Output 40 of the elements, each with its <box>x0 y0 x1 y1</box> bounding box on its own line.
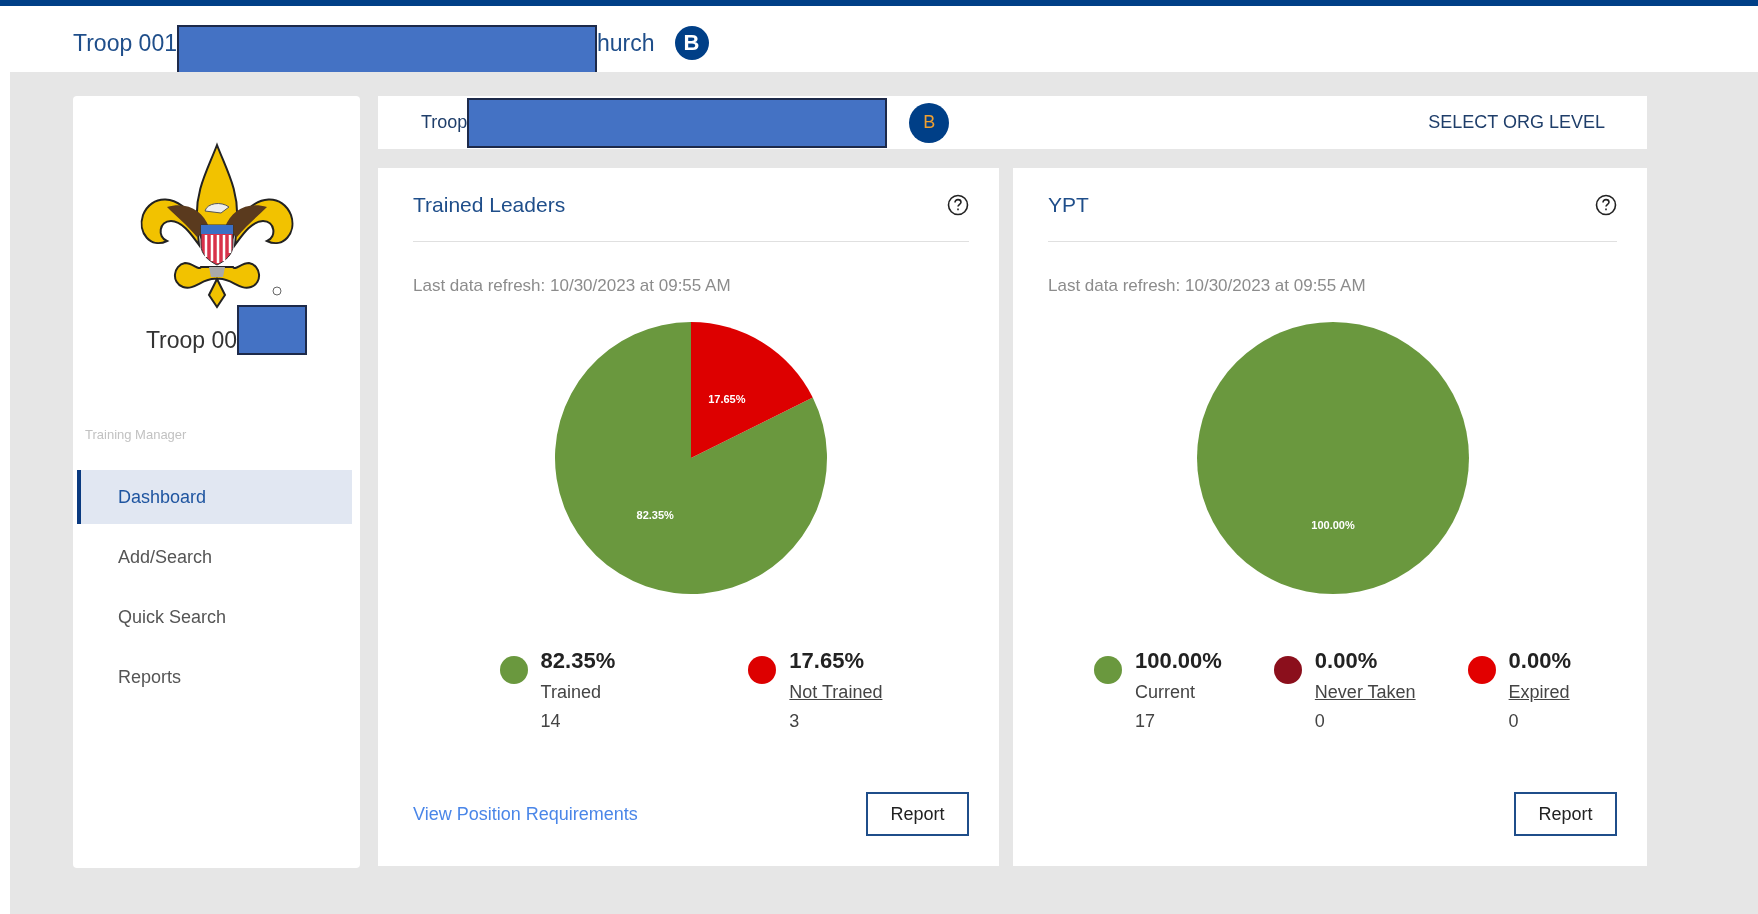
unit-name: Troop 00 <box>145 326 238 354</box>
nav-item[interactable]: Reports <box>77 650 352 704</box>
report-button[interactable]: Report <box>866 792 969 836</box>
help-icon[interactable] <box>947 193 969 216</box>
unit-title: hurch <box>597 29 655 57</box>
nav-item[interactable]: Dashboard <box>77 470 352 524</box>
legend-link[interactable]: Expired <box>1508 682 1571 703</box>
org-name: Troop <box>421 112 468 133</box>
legend-link[interactable]: Never Taken <box>1314 682 1416 703</box>
legend-percent: 100.00% <box>1135 648 1222 674</box>
card-title: YPT <box>1048 192 1089 217</box>
refresh-text: Last data refresh: 10/30/2023 at 09:55 AM <box>413 276 732 296</box>
legend-label: Current <box>1135 682 1197 703</box>
legend-link[interactable]: Not Trained <box>789 682 883 703</box>
legend-percent: 0.00% <box>1508 648 1571 674</box>
unit-badge: B <box>674 26 709 60</box>
org-badge: B <box>909 102 950 143</box>
legend-percent: 82.35% <box>540 648 616 674</box>
refresh-text: Last data refresh: 10/30/2023 at 09:55 AM <box>1048 276 1367 296</box>
help-icon[interactable] <box>1595 193 1617 216</box>
legend-count: 0 <box>1508 711 1520 732</box>
select-org-level-link[interactable]: SELECT ORG LEVEL <box>1428 112 1605 133</box>
legend-count: 14 <box>540 711 562 732</box>
card-title: Trained Leaders <box>413 192 566 217</box>
redaction-block <box>237 305 308 355</box>
legend-percent: 17.65% <box>789 648 865 674</box>
report-button[interactable]: Report <box>1514 792 1617 836</box>
slice-label: 82.35% <box>636 508 674 521</box>
unit-title: Troop 001 <box>73 29 177 57</box>
nav-item[interactable]: Quick Search <box>77 590 352 644</box>
section-label: Training Manager <box>85 427 188 442</box>
legend-count: 3 <box>789 711 801 732</box>
legend-label: Trained <box>540 682 602 703</box>
legend-count: 17 <box>1135 711 1157 732</box>
legend-percent: 0.00% <box>1314 648 1379 674</box>
slice-label: 100.00% <box>1310 518 1355 531</box>
legend-count: 0 <box>1314 711 1326 732</box>
position-requirements-link[interactable]: View Position Requirements <box>413 803 638 825</box>
nav-item[interactable]: Add/Search <box>77 530 352 584</box>
slice-label: 17.65% <box>708 393 746 406</box>
